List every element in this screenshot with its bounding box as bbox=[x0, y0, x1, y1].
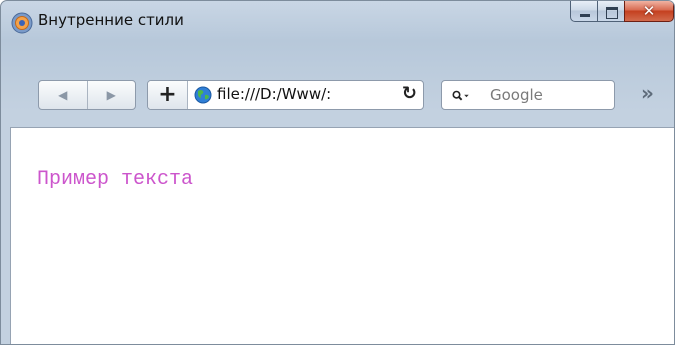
reload-icon[interactable]: ↻ bbox=[402, 83, 417, 104]
add-bookmark-button[interactable]: + bbox=[148, 81, 188, 109]
back-arrow-icon: ◀ bbox=[58, 88, 68, 102]
overflow-chevron-icon[interactable]: » bbox=[641, 81, 654, 105]
globe-icon bbox=[194, 86, 212, 104]
close-button[interactable]: ✕ bbox=[624, 1, 674, 22]
back-forward-group: ◀ ▶ bbox=[38, 80, 136, 110]
maximize-button[interactable] bbox=[597, 1, 625, 22]
forward-arrow-icon: ▶ bbox=[106, 88, 116, 102]
page-content: Пример текста bbox=[10, 127, 674, 344]
forward-button[interactable]: ▶ bbox=[88, 81, 136, 109]
navigation-toolbar: ◀ ▶ + file:///D:/Www/: ↻ Google » bbox=[1, 61, 674, 111]
search-input[interactable]: Google bbox=[490, 86, 543, 104]
close-icon: ✕ bbox=[642, 2, 656, 20]
back-button[interactable]: ◀ bbox=[39, 81, 88, 109]
window-controls: ✕ bbox=[570, 1, 674, 24]
search-box[interactable]: Google bbox=[441, 80, 615, 110]
minimize-icon bbox=[580, 14, 590, 17]
search-icon[interactable] bbox=[452, 87, 470, 105]
window-title: Внутренние стили bbox=[38, 11, 184, 29]
browser-app-icon bbox=[11, 12, 33, 34]
minimize-button[interactable] bbox=[570, 1, 598, 22]
title-bar[interactable]: Внутренние стили ✕ bbox=[1, 1, 674, 41]
url-field[interactable]: file:///D:/Www/: bbox=[217, 85, 395, 103]
browser-window: Внутренние стили ✕ ◀ ▶ + file:///D:/Www/… bbox=[0, 0, 675, 345]
address-bar: + file:///D:/Www/: ↻ bbox=[147, 80, 424, 110]
maximize-icon bbox=[606, 7, 618, 19]
sample-text: Пример текста bbox=[37, 168, 194, 191]
